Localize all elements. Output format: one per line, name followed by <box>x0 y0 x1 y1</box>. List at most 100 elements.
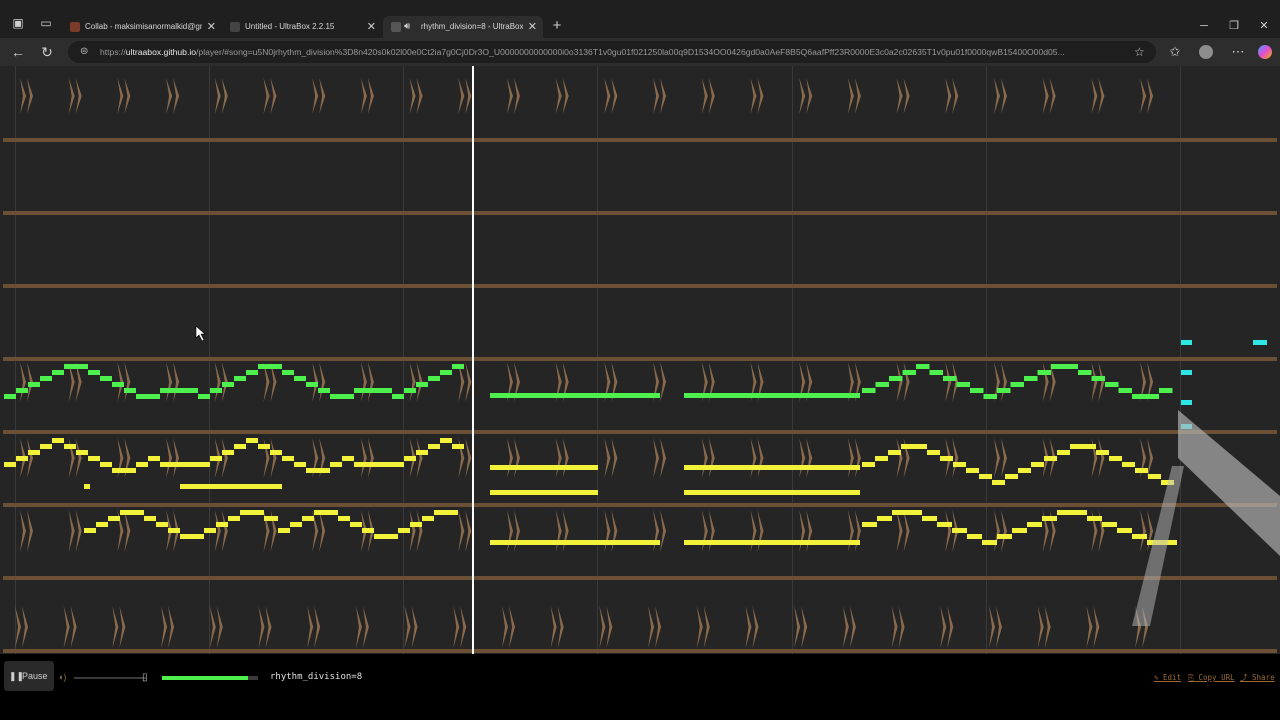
url-text[interactable]: https://ultraabox.github.io/player/#song… <box>100 41 1128 63</box>
channel-divider <box>3 211 1277 215</box>
new-tab-icon[interactable]: + <box>549 18 565 34</box>
green-note <box>1105 382 1119 387</box>
tab-actions-icon[interactable]: ▭ <box>38 15 54 31</box>
yellow-note <box>952 528 967 533</box>
yellow-note <box>392 462 404 467</box>
more-menu-icon[interactable]: ⋯ <box>1229 43 1247 61</box>
yellow-note <box>1148 474 1161 479</box>
green-note <box>1037 370 1051 375</box>
address-bar[interactable]: ⊜ https://ultraabox.github.io/player/#so… <box>68 41 1156 63</box>
back-icon[interactable]: ← <box>9 43 27 61</box>
yellow-note <box>422 516 434 521</box>
song-title: rhythm_division=8 <box>270 672 363 682</box>
url-path: /player/#song=u5N0jrhythm_division%3D8n4… <box>196 47 1065 57</box>
yellow-note <box>937 522 952 527</box>
yellow-note <box>240 510 252 515</box>
yellow-note <box>84 528 96 533</box>
share-link-label: Share <box>1252 673 1275 682</box>
green-note <box>1118 388 1132 393</box>
share-link[interactable]: ⤴ Share <box>1240 672 1275 684</box>
yellow-note <box>258 444 270 449</box>
tab-untitled-ultrabox[interactable]: Untitled - UltraBox 2.2.15 ✕ <box>222 16 382 38</box>
channel-divider <box>3 138 1277 142</box>
yellow-note <box>992 480 1005 485</box>
yellow-note <box>1057 510 1072 515</box>
green-note <box>294 376 306 381</box>
yellow-note <box>877 516 892 521</box>
reload-icon[interactable]: ↻ <box>38 43 56 61</box>
speaker-icon[interactable]: 🔊︎ <box>404 16 410 38</box>
close-window-icon[interactable]: ✕ <box>1254 18 1274 34</box>
close-tab-icon[interactable]: ✕ <box>367 16 376 38</box>
copilot-icon[interactable] <box>1256 43 1274 61</box>
yellow-note <box>907 510 922 515</box>
yellow-note <box>76 450 88 455</box>
green-note <box>1132 394 1146 399</box>
site-info-icon[interactable]: ⊜ <box>80 44 94 60</box>
restore-icon[interactable]: ❐ <box>1224 18 1244 34</box>
tab-collab[interactable]: Collab - maksimisanormalkid@gm ✕ <box>62 16 222 38</box>
green-note <box>428 376 440 381</box>
green-note <box>1010 382 1024 387</box>
green-note <box>929 370 943 375</box>
channel-divider <box>3 503 1277 507</box>
yellow-note <box>416 450 428 455</box>
yellow-note <box>246 438 258 443</box>
volume-icon[interactable]: ◖) <box>58 671 70 683</box>
yellow-note <box>362 528 374 533</box>
song-visualizer[interactable] <box>0 66 1280 654</box>
favorite-star-icon[interactable]: ☆ <box>1134 44 1148 60</box>
yellow-note <box>446 510 458 515</box>
yellow-note <box>1122 462 1135 467</box>
yellow-note <box>1018 468 1031 473</box>
yellow-note <box>338 516 350 521</box>
playback-progress[interactable] <box>162 676 258 680</box>
volume-slider[interactable] <box>74 677 146 679</box>
pause-button[interactable]: ❚❚ Pause <box>4 661 54 691</box>
yellow-note <box>982 540 997 545</box>
green-note <box>4 394 16 399</box>
yellow-note <box>940 456 953 461</box>
yellow-note <box>180 484 282 489</box>
yellow-note <box>132 510 144 515</box>
channel-divider <box>3 576 1277 580</box>
yellow-note <box>440 438 452 443</box>
green-note <box>270 364 282 369</box>
green-note <box>875 382 889 387</box>
yellow-note <box>290 522 302 527</box>
yellow-note <box>1083 444 1096 449</box>
green-note <box>198 394 210 399</box>
close-tab-icon[interactable]: ✕ <box>207 16 216 38</box>
yellow-note <box>354 462 366 467</box>
green-note <box>76 364 88 369</box>
note-visualizer-canvas[interactable] <box>0 66 1280 654</box>
profile-avatar-icon[interactable] <box>1197 43 1215 61</box>
minimize-icon[interactable]: ─ <box>1194 18 1214 34</box>
workspaces-icon[interactable]: ▣ <box>10 15 26 31</box>
yellow-note <box>156 522 168 527</box>
edit-link-label: Edit <box>1163 673 1182 682</box>
bottom-strip <box>0 700 1280 720</box>
yellow-note <box>1042 516 1057 521</box>
copy-url-link[interactable]: ⎘ Copy URL <box>1188 672 1235 684</box>
green-note <box>112 382 124 387</box>
green-note <box>1159 388 1173 393</box>
green-note <box>970 388 984 393</box>
close-tab-icon[interactable]: ✕ <box>528 16 537 38</box>
favorites-icon[interactable]: ✩ <box>1166 43 1184 61</box>
volume-slider-handle[interactable]: ▯ <box>142 672 156 684</box>
yellow-note <box>52 438 64 443</box>
yellow-note <box>326 510 338 515</box>
green-note <box>160 388 172 393</box>
yellow-note <box>270 450 282 455</box>
green-note <box>983 394 997 399</box>
yellow-note <box>120 510 132 515</box>
yellow-note <box>148 456 160 461</box>
yellow-note <box>1031 462 1044 467</box>
ultrabox-favicon-icon <box>391 22 401 32</box>
edit-link[interactable]: ✎ Edit <box>1154 672 1181 684</box>
ultrabox-favicon-icon <box>230 22 240 32</box>
green-note <box>490 393 660 398</box>
yellow-note <box>888 450 901 455</box>
tab-rhythm-division[interactable]: 🔊︎ rhythm_division=8 - UltraBox ✕ <box>383 16 543 38</box>
